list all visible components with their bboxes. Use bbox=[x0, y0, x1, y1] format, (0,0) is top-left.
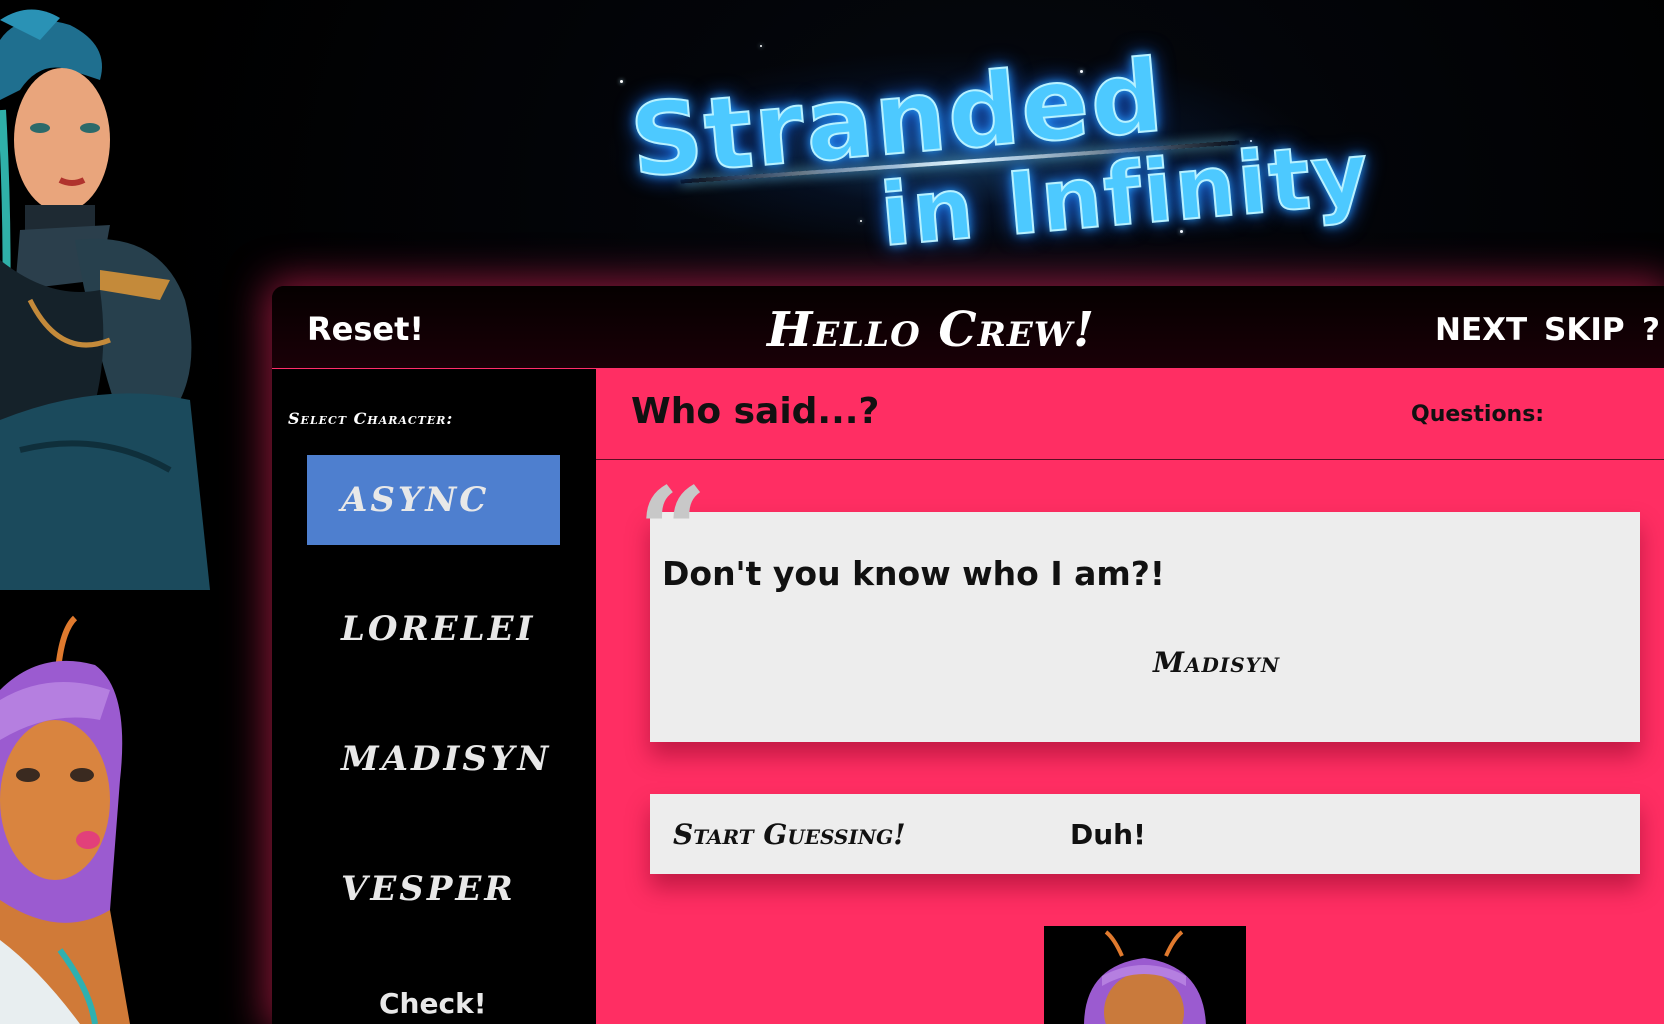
character-button-lorelei[interactable]: LORELEI bbox=[307, 584, 560, 674]
skip-button[interactable]: SKIP bbox=[1544, 312, 1625, 348]
guess-card: Start Guessing! Duh! bbox=[650, 794, 1640, 874]
quote-text: Don't you know who I am?! bbox=[662, 554, 1165, 593]
help-button[interactable]: ? bbox=[1642, 312, 1660, 348]
quiz-heading: Who said...? bbox=[631, 391, 880, 432]
character-button-madisyn[interactable]: MADISYN bbox=[307, 714, 560, 804]
check-button[interactable]: Check! bbox=[379, 987, 486, 1020]
character-portrait-async bbox=[0, 0, 215, 590]
reset-button[interactable]: Reset! bbox=[307, 310, 424, 348]
character-portrait-madisyn bbox=[0, 610, 215, 1024]
guess-prompt: Start Guessing! bbox=[673, 818, 906, 851]
guess-value: Duh! bbox=[1070, 818, 1146, 851]
questions-counter: Questions: bbox=[1411, 402, 1545, 427]
quiz-content: Who said...? Questions: “ Don't you know… bbox=[596, 369, 1664, 1024]
page-title: Hello Crew! bbox=[767, 302, 1096, 358]
quote-card: “ Don't you know who I am?! Madisyn bbox=[638, 472, 1640, 742]
character-button-async[interactable]: ASYNC bbox=[307, 455, 560, 545]
next-button[interactable]: NEXT bbox=[1435, 312, 1527, 348]
character-thumbnail bbox=[1044, 926, 1246, 1024]
game-logo: Stranded in Infinity bbox=[560, 20, 1375, 270]
quiz-header: Who said...? Questions: bbox=[596, 369, 1664, 460]
select-character-label: Select Character: bbox=[288, 409, 454, 428]
character-button-vesper[interactable]: VESPER bbox=[307, 844, 560, 934]
game-panel: Reset! Hello Crew! NEXT SKIP ? Select Ch… bbox=[272, 286, 1664, 1024]
top-bar: Reset! Hello Crew! NEXT SKIP ? bbox=[272, 286, 1664, 369]
quote-author: Madisyn bbox=[1153, 646, 1281, 679]
character-sidebar: Select Character: ASYNC LORELEI MADISYN … bbox=[272, 369, 596, 1024]
app-root: Stranded in Infinity Reset! Hello Crew! … bbox=[0, 0, 1664, 1024]
